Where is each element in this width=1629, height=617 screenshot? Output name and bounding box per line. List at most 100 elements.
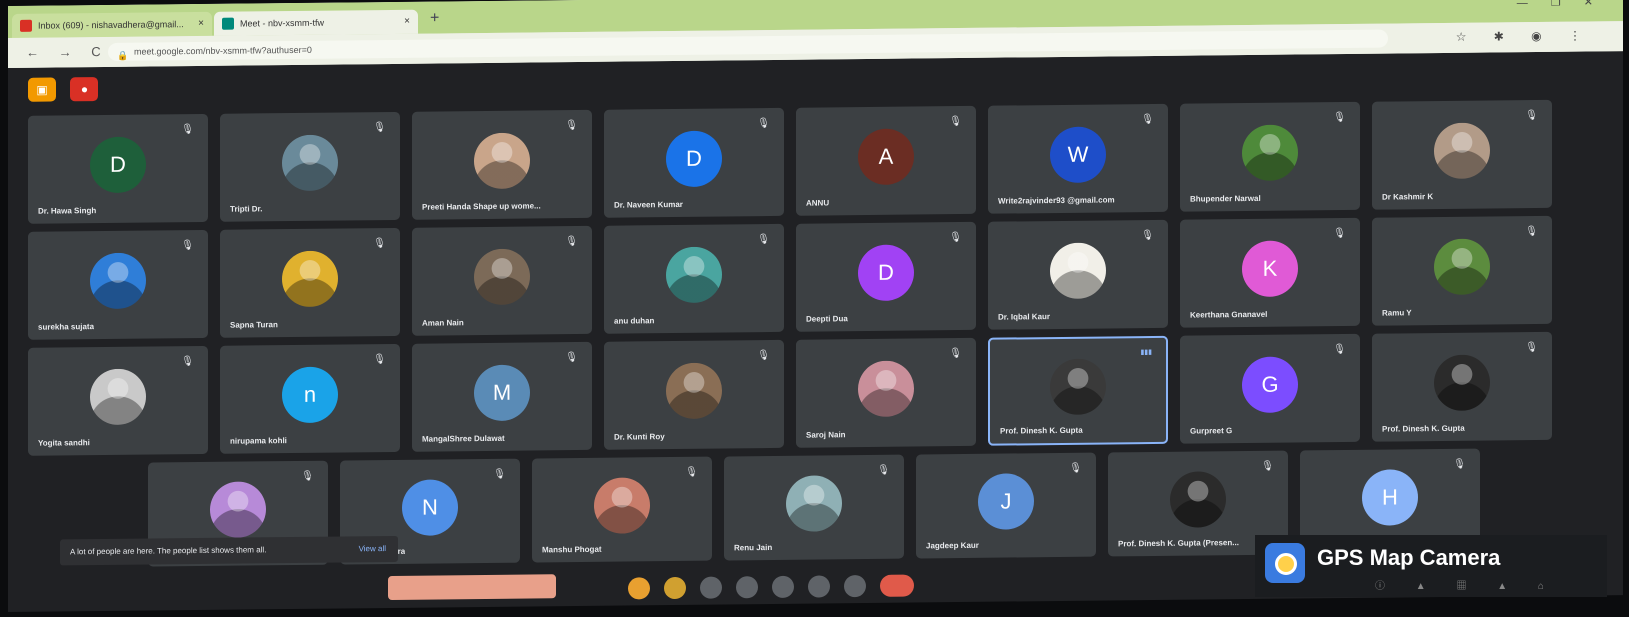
mic-muted-icon: 🎙 (493, 468, 506, 480)
participant-photo (474, 132, 530, 189)
participant-avatar: M (474, 364, 530, 421)
participant-tile[interactable]: 🎙 Prof. Dinesh K. Gupta (1372, 331, 1552, 442)
participant-photo (1434, 122, 1490, 179)
mic-muted-icon: 🎙 (1525, 341, 1538, 354)
participant-tile[interactable]: K 🎙 Keerthana Gnanavel (1180, 217, 1360, 328)
participant-tile[interactable]: 🎙 Tripti Dr. (220, 111, 400, 222)
participant-name: MangalShree Dulawat (422, 433, 505, 444)
participant-tile[interactable]: J 🎙 Jagdeep Kaur (916, 452, 1096, 559)
leave-call-button[interactable] (880, 574, 914, 597)
url-field[interactable]: 🔒 meet.google.com/nbv-xsmm-tfw?authuser=… (108, 29, 1388, 61)
participant-avatar: G (1242, 356, 1298, 413)
participant-name: surekha sujata (38, 322, 95, 332)
close-tab-icon[interactable]: × (404, 10, 410, 34)
participant-tile[interactable]: 🎙 Renu Jain (724, 454, 904, 561)
tab-gmail[interactable]: Inbox (609) - nishavadhera@gmail... × (12, 11, 212, 38)
more-options-button[interactable] (808, 575, 830, 598)
participant-tile[interactable]: 🎙 Sapna Turan (220, 227, 400, 338)
new-tab-button[interactable]: + (430, 9, 439, 27)
participant-tile[interactable]: 🎙 Preeti Handa Shape up wome... (412, 109, 592, 220)
meet-controls-bar (388, 570, 988, 602)
mic-muted-icon: 🎙 (1525, 109, 1538, 122)
mic-muted-icon: 🎙 (1141, 229, 1154, 242)
present-button[interactable] (736, 576, 758, 599)
participant-name: Jagdeep Kaur (926, 540, 979, 551)
info-button[interactable] (844, 575, 866, 598)
participant-name: Dr. Kunti Roy (614, 432, 665, 442)
mic-muted-icon: 🎙 (877, 464, 890, 476)
mic-button[interactable] (628, 577, 650, 600)
gps-camera-logo-icon (1265, 543, 1305, 583)
notification-text: A lot of people are here. The people lis… (70, 545, 267, 557)
mic-muted-icon: 🎙 (1333, 227, 1346, 240)
mic-muted-icon: 🎙 (181, 124, 194, 136)
watermark-icons: ⓘ ▲ ▦ ▲ ⌂ (1375, 581, 1558, 592)
extension-icons[interactable]: ☆ ✱ ◉ ⋮ (1456, 28, 1593, 43)
navigation-buttons[interactable]: ← → C (26, 44, 109, 60)
watermark-text: GPS Map Camera (1317, 545, 1501, 570)
participant-tile[interactable]: G 🎙 Gurpreet G (1180, 333, 1360, 444)
meet-icon (222, 17, 234, 30)
participant-tile[interactable]: 🎙 Yogita sandhi (28, 345, 208, 456)
gps-watermark: GPS Map Camera ⓘ ▲ ▦ ▲ ⌂ (1255, 535, 1607, 597)
participant-photo (282, 250, 338, 307)
mic-muted-icon: 🎙 (757, 234, 770, 246)
lock-icon: 🔒 (117, 50, 129, 61)
participant-name: Aman Nain (422, 318, 464, 328)
close-tab-icon[interactable]: × (198, 12, 204, 36)
participant-tile[interactable]: ▮▮▮ Prof. Dinesh K. Gupta (988, 335, 1168, 446)
participant-name: Bhupender Narwal (1190, 193, 1261, 204)
participant-tile[interactable]: 🎙 Manshu Phogat (532, 456, 712, 563)
participant-tile[interactable]: W 🎙 Write2rajvinder93 @gmail.com (988, 103, 1168, 214)
participant-tile[interactable]: D 🎙 Deepti Dua (796, 221, 976, 332)
participant-tile[interactable]: D 🎙 Dr. Hawa Singh (28, 113, 208, 224)
recording-icon[interactable]: ● (70, 77, 99, 102)
participant-tile[interactable]: 🎙 Dr. Iqbal Kaur (988, 219, 1168, 330)
camera-button[interactable] (664, 576, 686, 600)
participant-tile[interactable]: D 🎙 Dr. Naveen Kumar (604, 107, 784, 218)
window-controls[interactable]: — ❐ ✕ (1517, 0, 1603, 9)
participant-avatar: D (666, 130, 722, 187)
participant-tile[interactable]: A 🎙 ANNU (796, 105, 976, 216)
participant-name: Write2rajvinder93 @gmail.com (998, 195, 1115, 206)
participant-tile[interactable]: 🎙 Saroj Nain (796, 337, 976, 448)
meeting-details-button[interactable] (388, 574, 556, 601)
url-text: meet.google.com/nbv-xsmm-tfw?authuser=0 (134, 44, 312, 57)
participant-photo (666, 246, 722, 303)
participant-name: Prof. Dinesh K. Gupta (1382, 423, 1465, 434)
monitor-screen: Inbox (609) - nishavadhera@gmail... × Me… (8, 0, 1623, 612)
tab-meet[interactable]: Meet - nbv-xsmm-tfw × (214, 9, 418, 36)
participant-name: nirupama kohli (230, 436, 287, 446)
participant-name: ANNU (806, 198, 830, 208)
participant-tile[interactable]: 🎙 Ramu Y (1372, 215, 1552, 326)
view-all-link[interactable]: View all (359, 536, 386, 562)
participant-photo (1170, 471, 1226, 528)
participant-name: Yogita sandhi (38, 438, 90, 448)
participant-tile[interactable]: 🎙 surekha sujata (28, 229, 208, 340)
participant-avatar: n (282, 366, 338, 423)
participant-tile[interactable]: 🎙 anu duhan (604, 223, 784, 334)
participant-tile[interactable]: M 🎙 MangalShree Dulawat (412, 341, 592, 452)
participant-name: Prof. Dinesh K. Gupta (Presen... (1118, 538, 1239, 549)
participant-tile[interactable]: 🎙 Aman Nain (412, 225, 592, 336)
mic-muted-icon: 🎙 (1333, 111, 1346, 124)
mic-muted-icon: 🎙 (949, 348, 962, 360)
participant-photo (90, 252, 146, 309)
participant-name: Prof. Dinesh K. Gupta (1000, 425, 1083, 436)
mic-muted-icon: 🎙 (1261, 460, 1274, 472)
mic-muted-icon: 🎙 (685, 466, 698, 478)
layout-icon[interactable]: ▣ (28, 77, 56, 102)
participant-avatar: H (1362, 469, 1418, 526)
mic-muted-icon: 🎙 (373, 354, 386, 366)
mic-muted-icon: 🎙 (565, 120, 578, 132)
captions-button[interactable] (700, 576, 722, 599)
participant-photo (282, 134, 338, 191)
participant-name: Sapna Turan (230, 320, 278, 330)
participant-tile[interactable]: 🎙 Bhupender Narwal (1180, 101, 1360, 212)
participant-tile[interactable]: 🎙 Dr. Kunti Roy (604, 339, 784, 450)
participant-tile[interactable]: 🎙 Dr Kashmir K (1372, 99, 1552, 210)
participant-photo (1050, 242, 1106, 299)
participant-name: Manshu Phogat (542, 544, 602, 555)
participant-tile[interactable]: n 🎙 nirupama kohli (220, 343, 400, 454)
raise-hand-button[interactable] (772, 575, 794, 598)
